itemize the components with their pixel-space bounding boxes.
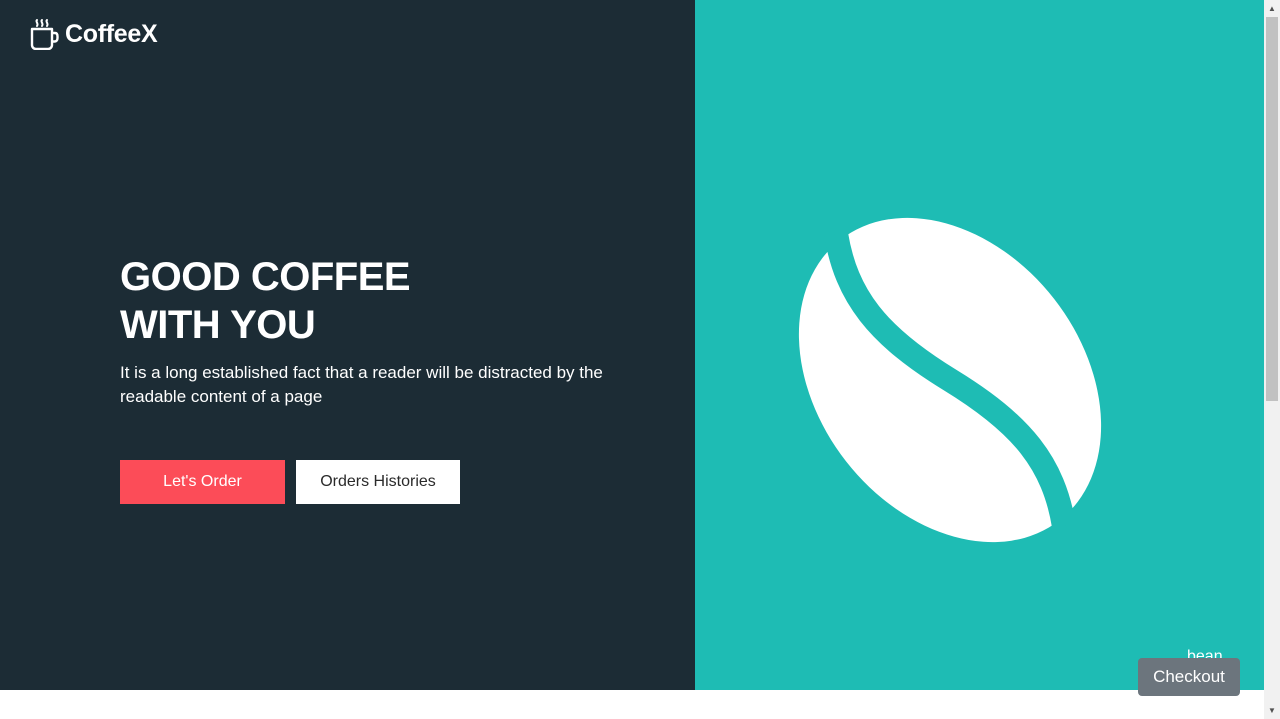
- hero-title-line-1: GOOD COFFEE: [120, 255, 411, 299]
- hero-description: It is a long established fact that a rea…: [120, 363, 603, 406]
- vertical-scrollbar[interactable]: ▲ ▼: [1264, 0, 1280, 719]
- coffee-cup-icon: [30, 19, 59, 50]
- brand-name: CoffeeX: [65, 19, 158, 48]
- scroll-up-arrow-icon[interactable]: ▲: [1264, 0, 1280, 17]
- hero-title: GOOD COFFEE WITH YOU: [120, 253, 411, 349]
- checkout-button[interactable]: Checkout: [1138, 658, 1240, 696]
- orders-histories-button[interactable]: Orders Histories: [296, 460, 460, 504]
- hero-title-line-2: WITH YOU: [120, 303, 316, 347]
- coffee-bean-icon: [798, 217, 1102, 543]
- brand-logo[interactable]: CoffeeX: [30, 18, 158, 50]
- scroll-down-arrow-icon[interactable]: ▼: [1264, 702, 1280, 719]
- lets-order-button[interactable]: Let's Order: [120, 460, 285, 504]
- scrollbar-thumb[interactable]: [1266, 17, 1278, 401]
